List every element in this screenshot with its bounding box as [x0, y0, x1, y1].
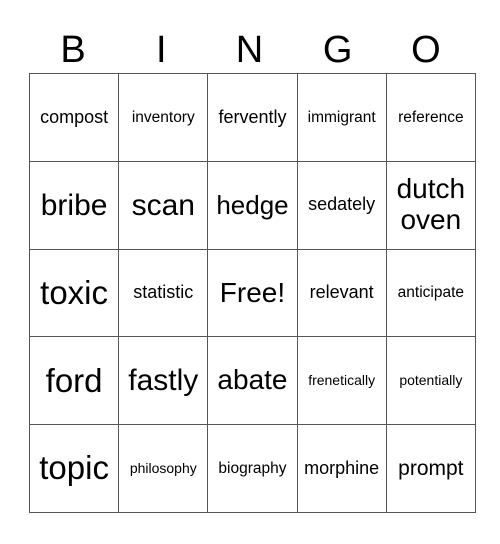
bingo-cell[interactable]: reference — [385, 73, 476, 162]
bingo-cell[interactable]: anticipate — [385, 248, 476, 338]
header-letter-i: I — [156, 29, 167, 71]
card-row: toxic statistic Free! relevant anticipat… — [28, 248, 476, 338]
bingo-cell[interactable]: statistic — [118, 248, 209, 338]
header-letter-g: G — [322, 29, 353, 71]
bingo-cell[interactable]: hedge — [207, 160, 298, 250]
bingo-cell[interactable]: sedately — [296, 160, 387, 250]
bingo-cell[interactable]: prompt — [385, 424, 476, 513]
bingo-cell[interactable]: scan — [118, 160, 209, 250]
header-letter-n: N — [235, 29, 264, 71]
bingo-cell[interactable]: toxic — [28, 248, 120, 338]
bingo-cell[interactable]: topic — [28, 424, 120, 513]
header-letter-b: B — [60, 29, 86, 71]
bingo-cell[interactable]: morphine — [296, 424, 387, 513]
bingo-card: compost inventory fervently immigrant re… — [28, 73, 476, 513]
bingo-cell[interactable]: immigrant — [296, 73, 387, 162]
bingo-cell[interactable]: inventory — [118, 73, 209, 162]
bingo-cell[interactable]: ford — [28, 336, 120, 426]
bingo-header: B I N G O — [29, 28, 470, 73]
bingo-cell[interactable]: philosophy — [118, 424, 209, 513]
bingo-cell[interactable]: bribe — [28, 160, 120, 250]
bingo-cell[interactable]: fervently — [207, 73, 298, 162]
bingo-cell free-space[interactable]: Free! — [207, 248, 298, 338]
bingo-cell[interactable]: compost — [28, 73, 120, 162]
bingo-cell[interactable]: fastly — [118, 336, 209, 426]
card-row: compost inventory fervently immigrant re… — [28, 73, 476, 162]
card-row: bribe scan hedge sedately dutch oven — [28, 160, 476, 250]
bingo-cell[interactable]: dutch oven — [385, 160, 476, 250]
bingo-cell[interactable]: biography — [207, 424, 298, 513]
bingo-cell[interactable]: potentially — [385, 336, 476, 426]
card-row: ford fastly abate frenetically potential… — [28, 336, 476, 426]
bingo-cell[interactable]: relevant — [296, 248, 387, 338]
header-letter-o: O — [411, 29, 441, 71]
bingo-cell[interactable]: frenetically — [296, 336, 387, 426]
bingo-cell[interactable]: abate — [207, 336, 298, 426]
card-row: topic philosophy biography morphine prom… — [28, 424, 476, 513]
